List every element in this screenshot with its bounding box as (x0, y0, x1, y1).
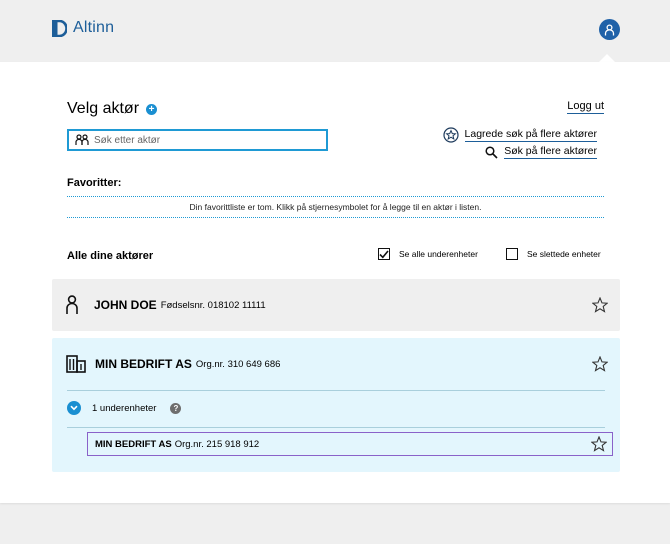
search-field[interactable] (67, 129, 328, 151)
saved-searches-link[interactable]: Lagrede søk på flere aktører (442, 127, 597, 143)
favorite-star-icon[interactable] (592, 356, 608, 372)
logout-link[interactable]: Logg ut (567, 100, 604, 114)
checkmark-icon (379, 249, 389, 258)
checkbox-checked[interactable] (378, 248, 390, 260)
search-multiple-label: Søk på flere aktører (504, 145, 597, 159)
favorite-star-icon[interactable] (591, 436, 607, 452)
actor-card-person[interactable]: JOHN DOE Fødselsnr. 018102 11111 (52, 279, 620, 331)
favorite-star-icon[interactable] (592, 297, 608, 313)
subunits-expander[interactable]: 1 underenheter ? (67, 401, 182, 415)
show-deleted-label: Se slettede enheter (527, 249, 601, 259)
building-icon (66, 355, 86, 373)
add-icon[interactable]: + (146, 103, 158, 115)
subunit-id: Org.nr. 215 918 912 (174, 438, 260, 450)
subunit-row[interactable]: MIN BEDRIFT AS Org.nr. 215 918 912 (87, 432, 613, 456)
person-icon (66, 295, 78, 314)
show-subunits-label: Se alle underenheter (399, 249, 478, 259)
actor-id: Org.nr. 310 649 686 (195, 358, 281, 370)
show-subunits-checkbox[interactable]: Se alle underenheter (378, 248, 478, 260)
subunit-name: MIN BEDRIFT AS (95, 438, 172, 450)
actor-id: Fødselsnr. 018102 11111 (160, 299, 266, 311)
expand-toggle[interactable] (67, 401, 81, 415)
help-icon[interactable]: ? (170, 402, 182, 414)
subunits-count: 1 underenheter (92, 402, 157, 414)
altinn-logo[interactable]: Altinn (52, 19, 114, 37)
checkbox-unchecked[interactable] (506, 248, 518, 260)
user-menu-button[interactable] (599, 19, 620, 40)
chevron-down-icon (70, 405, 78, 411)
top-bar: Altinn (0, 0, 670, 62)
people-icon (75, 134, 89, 145)
divider (67, 390, 605, 391)
actor-card-organization: MIN BEDRIFT AS Org.nr. 310 649 686 1 und… (52, 338, 620, 472)
divider (67, 427, 605, 428)
search-multiple-link[interactable]: Søk på flere aktører (485, 145, 597, 159)
search-input[interactable] (94, 134, 314, 146)
title-row: Velg aktør + (67, 100, 158, 118)
logo-text: Altinn (73, 19, 115, 36)
show-deleted-checkbox[interactable]: Se slettede enheter (506, 248, 601, 260)
all-actors-title: Alle dine aktører (67, 250, 154, 262)
page-title: Velg aktør (67, 100, 140, 117)
altinn-logo-icon (52, 19, 67, 37)
actor-name: JOHN DOE (94, 298, 157, 312)
favorites-title: Favoritter: (67, 177, 122, 189)
favorites-list: Din favorittliste er tom. Klikk på stjer… (67, 196, 604, 218)
star-circle-icon (442, 127, 459, 143)
saved-searches-label: Lagrede søk på flere aktører (464, 128, 597, 142)
search-icon (485, 145, 498, 159)
actor-name: MIN BEDRIFT AS (95, 357, 192, 371)
favorites-empty-message: Din favorittliste er tom. Klikk på stjer… (189, 202, 482, 212)
organization-row[interactable]: MIN BEDRIFT AS Org.nr. 310 649 686 (52, 338, 620, 390)
user-icon (604, 23, 615, 35)
